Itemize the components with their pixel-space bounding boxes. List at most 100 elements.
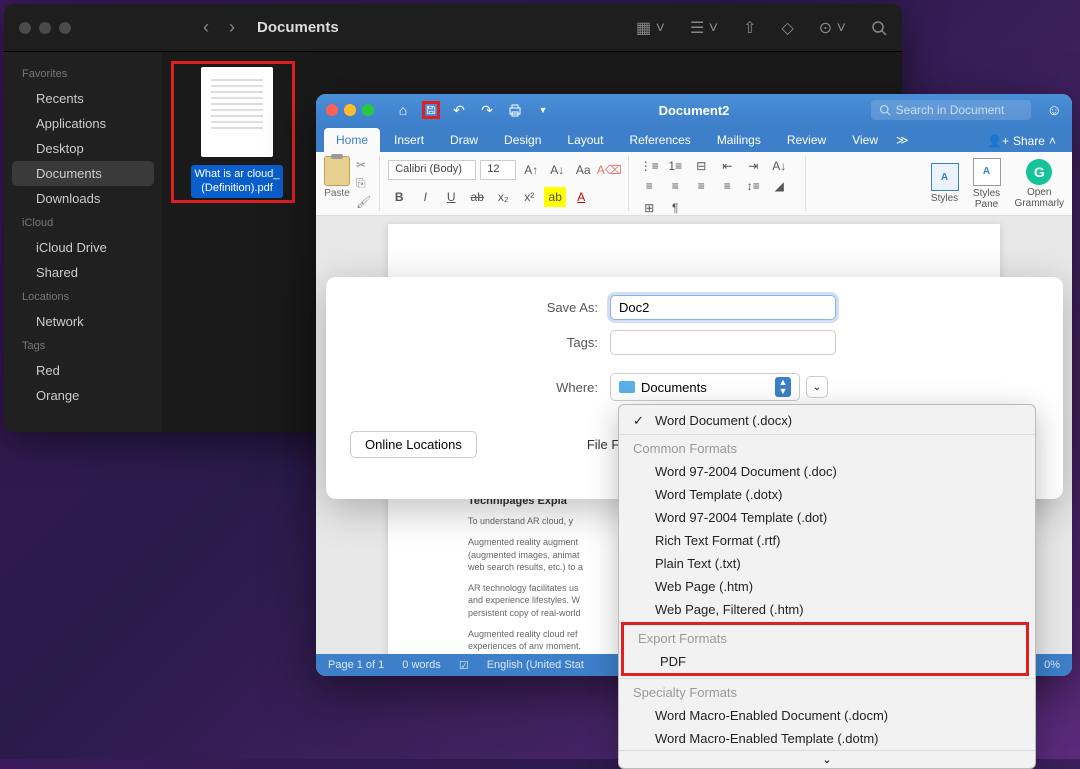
align-left-button[interactable]: ≡ <box>637 176 661 196</box>
word-count[interactable]: 0 words <box>402 659 441 671</box>
zoom-level[interactable]: 0% <box>1044 659 1060 671</box>
format-option-rtf[interactable]: Rich Text Format (.rtf) <box>619 529 1035 552</box>
tab-view[interactable]: View <box>840 128 890 152</box>
forward-button[interactable]: › <box>229 17 235 38</box>
view-icons-icon[interactable]: ▦ ˅ <box>636 18 665 38</box>
highlight-button[interactable]: ab <box>544 187 566 207</box>
qat-dropdown[interactable]: ▼ <box>534 101 552 119</box>
redo-button[interactable]: ↷ <box>478 101 496 119</box>
superscript-button[interactable]: x² <box>518 187 540 207</box>
grammarly-button[interactable]: G Open Grammarly <box>1015 159 1064 209</box>
format-option-txt[interactable]: Plain Text (.txt) <box>619 552 1035 575</box>
font-size-select[interactable]: 12 <box>480 160 516 180</box>
strikethrough-button[interactable]: ab <box>466 187 488 207</box>
shading-button[interactable]: ◢ <box>767 176 791 196</box>
multilevel-button[interactable]: ⊟ <box>689 156 713 176</box>
format-option-docm[interactable]: Word Macro-Enabled Document (.docm) <box>619 704 1035 727</box>
format-option-htm-filtered[interactable]: Web Page, Filtered (.htm) <box>619 598 1035 621</box>
minimize-button[interactable] <box>344 104 356 116</box>
dropdown-scroll-down[interactable]: ⌄ <box>619 750 1035 768</box>
sidebar-item-applications[interactable]: Applications <box>4 111 162 136</box>
zoom-button[interactable] <box>59 22 71 34</box>
search-icon[interactable] <box>871 20 887 36</box>
search-field[interactable]: Search in Document <box>871 100 1031 120</box>
tab-mailings[interactable]: Mailings <box>705 128 773 152</box>
underline-button[interactable]: U <box>440 187 462 207</box>
sidebar-item-tag-orange[interactable]: Orange <box>4 383 162 408</box>
actions-icon[interactable]: ⊙ ˅ <box>819 18 846 38</box>
justify-button[interactable]: ≡ <box>715 176 739 196</box>
format-option-dotx[interactable]: Word Template (.dotx) <box>619 483 1035 506</box>
tab-design[interactable]: Design <box>492 128 553 152</box>
format-option-dot[interactable]: Word 97-2004 Template (.dot) <box>619 506 1035 529</box>
sidebar-item-downloads[interactable]: Downloads <box>4 186 162 211</box>
borders-button[interactable]: ⊞ <box>637 198 661 218</box>
home-icon[interactable]: ⌂ <box>394 101 412 119</box>
grow-font-button[interactable]: A↑ <box>520 160 542 180</box>
numbering-button[interactable]: 1≡ <box>663 156 687 176</box>
close-button[interactable] <box>19 22 31 34</box>
copy-button[interactable]: ⎘ <box>356 176 371 191</box>
change-case-button[interactable]: Aa <box>572 160 594 180</box>
tags-input[interactable] <box>610 330 836 355</box>
format-option-dotm[interactable]: Word Macro-Enabled Template (.dotm) <box>619 727 1035 750</box>
format-painter-button[interactable]: 🖌 <box>356 195 371 209</box>
undo-button[interactable]: ↶ <box>450 101 468 119</box>
show-marks-button[interactable]: ¶ <box>663 198 687 218</box>
tab-home[interactable]: Home <box>324 128 380 152</box>
tabs-overflow[interactable]: ≫ <box>892 128 913 152</box>
tab-layout[interactable]: Layout <box>555 128 615 152</box>
italic-button[interactable]: I <box>414 187 436 207</box>
decrease-indent-button[interactable]: ⇤ <box>715 156 739 176</box>
styles-pane-button[interactable]: A Styles Pane <box>973 158 1001 210</box>
font-family-select[interactable]: Calibri (Body) <box>388 160 476 180</box>
feedback-icon[interactable]: ☺ <box>1047 102 1062 119</box>
tab-insert[interactable]: Insert <box>382 128 436 152</box>
increase-indent-button[interactable]: ⇥ <box>741 156 765 176</box>
sidebar-item-shared[interactable]: Shared <box>4 260 162 285</box>
back-button[interactable]: ‹ <box>203 17 209 38</box>
paste-button[interactable]: Paste <box>324 156 350 211</box>
bullets-button[interactable]: ⋮≡ <box>637 156 661 176</box>
bold-button[interactable]: B <box>388 187 410 207</box>
sidebar-item-desktop[interactable]: Desktop <box>4 136 162 161</box>
font-color-button[interactable]: A <box>570 187 592 207</box>
save-as-input[interactable] <box>610 295 836 320</box>
where-select[interactable]: Documents ▲▼ <box>610 373 800 401</box>
online-locations-button[interactable]: Online Locations <box>350 431 477 458</box>
sidebar-item-icloud-drive[interactable]: iCloud Drive <box>4 235 162 260</box>
format-option-docx[interactable]: Word Document (.docx) <box>619 409 1035 432</box>
format-option-pdf[interactable]: PDF <box>624 650 1026 673</box>
print-button[interactable] <box>506 101 524 119</box>
share-icon[interactable]: ⇧ <box>743 18 756 38</box>
share-button[interactable]: 👤+ Share ˄ <box>979 130 1064 152</box>
format-option-htm[interactable]: Web Page (.htm) <box>619 575 1035 598</box>
subscript-button[interactable]: x₂ <box>492 187 514 207</box>
shrink-font-button[interactable]: A↓ <box>546 160 568 180</box>
group-icon[interactable]: ☰ ˅ <box>690 18 718 38</box>
cut-button[interactable]: ✂ <box>356 158 371 172</box>
clear-formatting-button[interactable]: A⌫ <box>598 160 620 180</box>
sidebar-item-tag-red[interactable]: Red <box>4 358 162 383</box>
close-button[interactable] <box>326 104 338 116</box>
page-indicator[interactable]: Page 1 of 1 <box>328 659 384 671</box>
tab-draw[interactable]: Draw <box>438 128 490 152</box>
line-spacing-button[interactable]: ↕≡ <box>741 176 765 196</box>
align-right-button[interactable]: ≡ <box>689 176 713 196</box>
sidebar-item-network[interactable]: Network <box>4 309 162 334</box>
sidebar-item-documents[interactable]: Documents <box>12 161 154 186</box>
styles-button[interactable]: A Styles <box>931 163 959 204</box>
zoom-button[interactable] <box>362 104 374 116</box>
tab-references[interactable]: References <box>617 128 702 152</box>
minimize-button[interactable] <box>39 22 51 34</box>
format-option-doc[interactable]: Word 97-2004 Document (.doc) <box>619 460 1035 483</box>
expand-button[interactable]: ⌄ <box>806 376 828 398</box>
language-indicator[interactable]: English (United Stat <box>487 659 584 671</box>
tab-review[interactable]: Review <box>775 128 838 152</box>
spell-check-icon[interactable]: ☑ <box>459 659 469 672</box>
sort-button[interactable]: A↓ <box>767 156 791 176</box>
align-center-button[interactable]: ≡ <box>663 176 687 196</box>
save-button[interactable] <box>422 101 440 119</box>
sidebar-item-recents[interactable]: Recents <box>4 86 162 111</box>
tags-icon[interactable]: ◇ <box>781 18 793 38</box>
